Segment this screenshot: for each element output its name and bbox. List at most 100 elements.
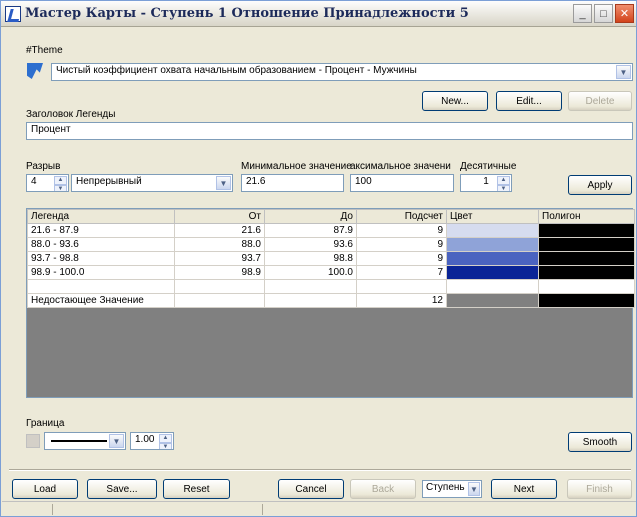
break-method-select[interactable]: Непрерывный ▼ [71,174,233,192]
theme-map-icon [27,63,43,79]
cell-to[interactable]: 93.6 [264,237,357,252]
chevron-down-icon[interactable]: ▼ [468,482,480,496]
spin-down-icon[interactable]: ▼ [497,185,510,191]
border-style-select[interactable]: ▼ [44,432,126,450]
finish-button[interactable]: Finish [567,479,632,499]
decimals-label: Десятичные [460,161,517,172]
spin-down-icon[interactable]: ▼ [159,443,172,449]
theme-label: #Theme [26,45,63,56]
cell-legend[interactable] [27,279,175,294]
table-row[interactable]: 21.6 - 87.9 21.6 87.9 9 [27,223,635,238]
cell-color-swatch[interactable] [446,293,539,308]
decimals-value: 1 [483,176,489,187]
cell-from[interactable]: 98.9 [174,265,265,280]
load-button[interactable]: Load [12,479,78,499]
back-button[interactable]: Back [350,479,416,499]
step-select[interactable]: Ступень 1 ▼ [422,480,482,498]
cell-count[interactable] [356,279,447,294]
cell-color-swatch[interactable] [446,265,539,280]
maximize-icon: □ [600,7,607,20]
cell-from[interactable] [174,293,265,308]
cell-polygon-swatch[interactable] [538,293,635,308]
cell-polygon-swatch[interactable] [538,223,635,238]
table-row[interactable] [27,279,635,294]
delete-theme-button[interactable]: Delete [568,91,632,111]
edit-theme-button[interactable]: Edit... [496,91,562,111]
cell-to[interactable] [264,293,357,308]
table-row[interactable]: 88.0 - 93.6 88.0 93.6 9 [27,237,635,252]
cell-legend[interactable]: 93.7 - 98.8 [27,251,175,266]
cell-count[interactable]: 12 [356,293,447,308]
cell-from[interactable]: 88.0 [174,237,265,252]
cell-color-swatch[interactable] [446,237,539,252]
border-width-spinner[interactable]: 1.00 ▲ ▼ [130,432,174,450]
close-button[interactable]: ✕ [615,4,634,23]
border-label: Граница [26,418,65,429]
cancel-button[interactable]: Cancel [278,479,344,499]
border-color-swatch[interactable] [26,434,40,448]
cell-color-swatch[interactable] [446,223,539,238]
chevron-down-icon[interactable]: ▼ [616,65,631,79]
decimals-spinner[interactable]: 1 ▲ ▼ [460,174,512,192]
close-icon: ✕ [619,8,630,20]
cell-legend[interactable]: 21.6 - 87.9 [27,223,175,238]
cell-count[interactable]: 9 [356,251,447,266]
chevron-down-icon[interactable]: ▼ [216,176,231,190]
break-label: Разрыв [26,161,61,172]
reset-button[interactable]: Reset [163,479,230,499]
min-value-input[interactable]: 21.6 [241,174,344,192]
next-button[interactable]: Next [491,479,557,499]
minimize-button[interactable]: _ [573,4,592,23]
step-select-value: Ступень 1 [426,482,473,493]
spin-up-icon[interactable]: ▲ [497,176,510,185]
smooth-button[interactable]: Smooth [568,432,632,452]
cell-to[interactable]: 87.9 [264,223,357,238]
cell-color-swatch[interactable] [446,279,539,294]
column-header-polygon[interactable]: Полигон [538,209,635,224]
minimize-icon: _ [579,7,586,20]
cell-from[interactable]: 21.6 [174,223,265,238]
table-row[interactable]: 93.7 - 98.8 93.7 98.8 9 [27,251,635,266]
cell-polygon-swatch[interactable] [538,279,635,294]
cell-from[interactable] [174,279,265,294]
title-bar[interactable]: Мастер Карты - Ступень 1 Отношение Прина… [1,1,636,27]
cell-legend[interactable]: Недостающее Значение [27,293,175,308]
break-count-spinner[interactable]: 4 ▲ ▼ [26,174,69,192]
table-header-row: Легенда От До Подсчет Цвет Полигон [27,209,635,224]
border-width-value: 1.00 [135,434,155,445]
column-header-count[interactable]: Подсчет [356,209,447,224]
save-button[interactable]: Save... [87,479,157,499]
spin-up-icon[interactable]: ▲ [54,176,67,185]
spin-up-icon[interactable]: ▲ [159,434,172,443]
max-value-label: аксимальное значени [350,161,451,172]
cell-to[interactable]: 98.8 [264,251,357,266]
column-header-from[interactable]: От [174,209,265,224]
table-row[interactable]: 98.9 - 100.0 98.9 100.0 7 [27,265,635,280]
break-method-value: Непрерывный [76,176,142,187]
legend-header-input[interactable]: Процент [26,122,633,140]
theme-select[interactable]: Чистый коэффициент охвата начальным обра… [51,63,633,81]
cell-polygon-swatch[interactable] [538,265,635,280]
column-header-to[interactable]: До [264,209,357,224]
cell-color-swatch[interactable] [446,251,539,266]
cell-count[interactable]: 7 [356,265,447,280]
chevron-down-icon[interactable]: ▼ [109,434,124,448]
cell-legend[interactable]: 88.0 - 93.6 [27,237,175,252]
column-header-legend[interactable]: Легенда [27,209,175,224]
cell-polygon-swatch[interactable] [538,251,635,266]
column-header-color[interactable]: Цвет [446,209,539,224]
cell-count[interactable]: 9 [356,223,447,238]
apply-button[interactable]: Apply [568,175,632,195]
cell-count[interactable]: 9 [356,237,447,252]
cell-from[interactable]: 93.7 [174,251,265,266]
cell-to[interactable]: 100.0 [264,265,357,280]
spin-down-icon[interactable]: ▼ [54,185,67,191]
max-value-input[interactable]: 100 [350,174,454,192]
table-row[interactable]: Недостающее Значение 12 [27,293,635,308]
cell-polygon-swatch[interactable] [538,237,635,252]
maximize-button[interactable]: □ [594,4,613,23]
cell-to[interactable] [264,279,357,294]
line-style-preview [51,440,107,442]
cell-legend[interactable]: 98.9 - 100.0 [27,265,175,280]
new-theme-button[interactable]: New... [422,91,488,111]
